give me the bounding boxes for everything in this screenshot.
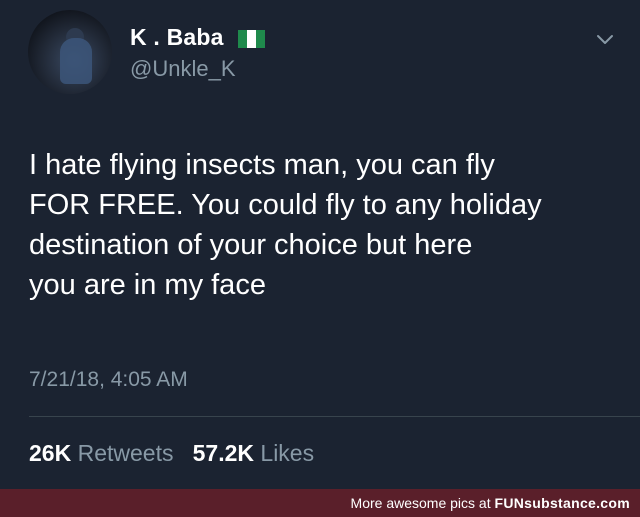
tweet-line: destination of your choice but here bbox=[29, 229, 473, 261]
retweets-label: Retweets bbox=[77, 440, 174, 466]
watermark-prefix: More awesome pics at bbox=[350, 495, 491, 511]
tweet-line: FOR FREE. You could fly to any holiday bbox=[29, 189, 542, 221]
likes-stat[interactable]: 57.2K Likes bbox=[193, 440, 314, 466]
tweet-line: you are in my face bbox=[29, 269, 266, 301]
display-name[interactable]: K . Baba bbox=[130, 24, 224, 51]
tweet-timestamp[interactable]: 7/21/18, 4:05 AM bbox=[29, 368, 188, 392]
nigeria-flag-icon bbox=[238, 30, 265, 48]
avatar-figure bbox=[60, 38, 92, 84]
engagement-stats: 26K Retweets 57.2K Likes bbox=[29, 440, 314, 467]
divider bbox=[29, 416, 640, 417]
retweets-count: 26K bbox=[29, 440, 72, 466]
likes-count: 57.2K bbox=[192, 440, 255, 466]
chevron-down-icon[interactable] bbox=[596, 34, 614, 46]
tweet-line: I hate flying insects man, you can fly bbox=[29, 149, 495, 181]
user-handle[interactable]: @Unkle_K bbox=[130, 56, 236, 82]
tweet-text: I hate flying insects man, you can fly F… bbox=[29, 145, 624, 305]
retweets-stat[interactable]: 26K Retweets bbox=[29, 440, 173, 466]
watermark-brand: FUNsubstance.com bbox=[494, 495, 630, 511]
watermark-bar: More awesome pics at FUNsubstance.com bbox=[0, 489, 640, 517]
likes-label: Likes bbox=[260, 440, 315, 466]
avatar[interactable] bbox=[28, 10, 112, 94]
